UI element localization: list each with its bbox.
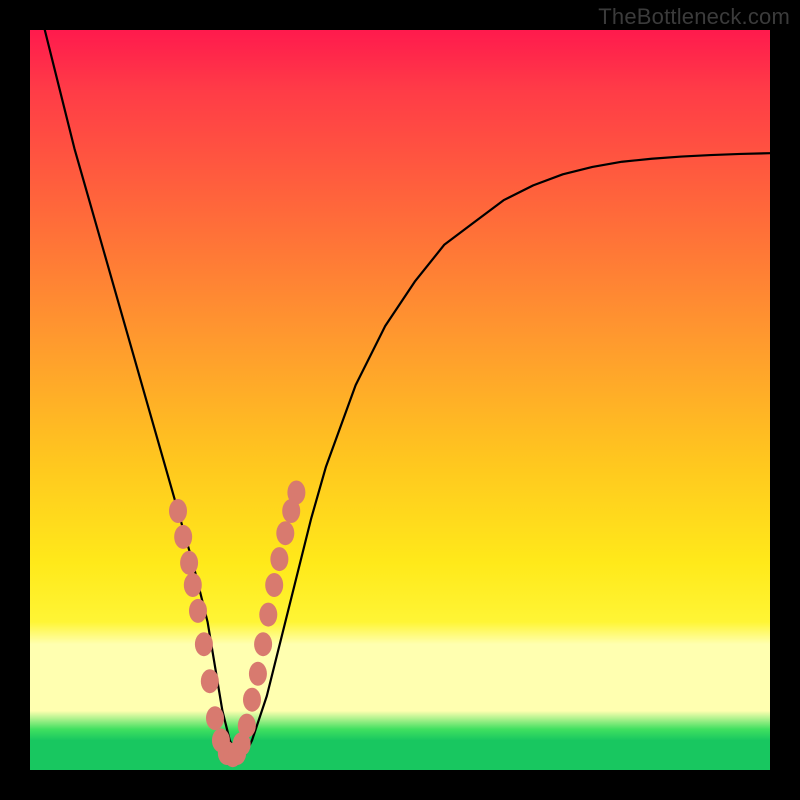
marker-point (259, 603, 277, 627)
marker-point (254, 632, 272, 656)
marker-point (180, 551, 198, 575)
marker-point (195, 632, 213, 656)
marker-point (238, 714, 256, 738)
marker-point (270, 547, 288, 571)
marker-point (265, 573, 283, 597)
marker-point (287, 481, 305, 505)
marker-point (174, 525, 192, 549)
chart-svg (30, 30, 770, 770)
chart-plot-area (30, 30, 770, 770)
marker-point (189, 599, 207, 623)
watermark-text: TheBottleneck.com (598, 4, 790, 30)
marker-point (169, 499, 187, 523)
marker-point (201, 669, 219, 693)
marker-point (276, 521, 294, 545)
marker-point (184, 573, 202, 597)
marker-point (249, 662, 267, 686)
marker-point (243, 688, 261, 712)
chart-frame: TheBottleneck.com (0, 0, 800, 800)
bottleneck-curve (45, 30, 770, 755)
marker-point (206, 706, 224, 730)
